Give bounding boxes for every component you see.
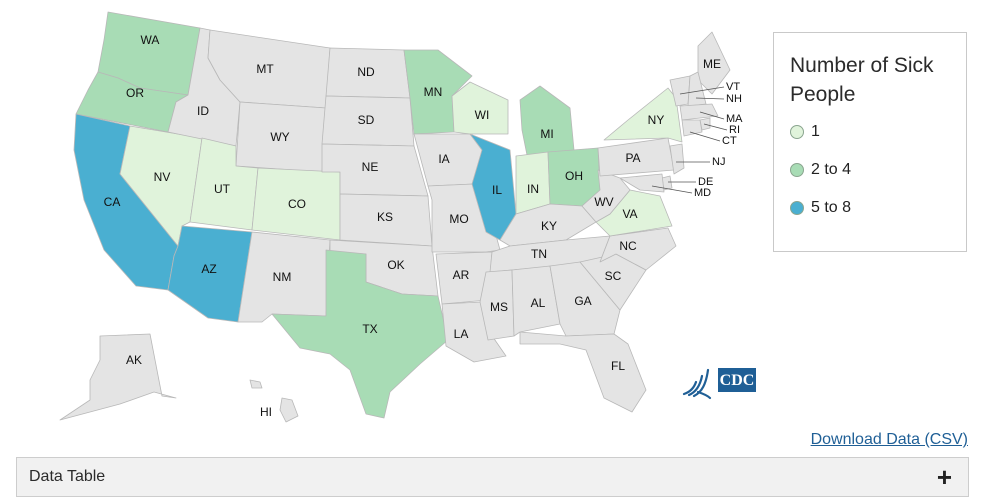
expand-plus-icon[interactable]: + [937,462,952,492]
state-ct[interactable] [681,119,703,137]
legend-swatch-circle [790,163,804,177]
state-mi[interactable] [519,85,575,161]
state-hi[interactable] [249,379,299,423]
legend-item: 5 to 8 [790,199,851,217]
legend: Number of Sick People 1 2 to 4 5 to 8 [773,32,967,252]
legend-label: 5 to 8 [811,199,852,216]
state-pa[interactable] [597,137,675,177]
legend-item: 1 [790,123,820,141]
data-table-label: Data Table [29,468,106,485]
download-data-link[interactable]: Download Data (CSV) [811,431,968,449]
legend-swatch-circle [790,125,804,139]
state-in[interactable] [515,151,551,215]
us-map: WAORCANVIDMTWYUTCOAZNMNDSDNEKSOKTXMNIAMO… [59,11,743,423]
legend-label: 1 [811,123,820,140]
state-label-vt: VT [726,81,740,93]
state-wy[interactable] [235,101,327,173]
state-ny[interactable] [603,87,683,143]
leader-line [689,131,721,142]
data-table-accordion[interactable]: Data Table + [16,457,969,497]
state-label-ct: CT [722,135,737,147]
state-ks[interactable] [339,193,433,247]
state-sd[interactable] [321,95,415,147]
legend-item: 2 to 4 [790,161,851,179]
state-label-nj: NJ [712,156,725,168]
cdc-logo: CDC [680,362,760,400]
state-az[interactable] [167,225,253,323]
cdc-text: CDC [720,372,755,389]
legend-title: Number of Sick People [790,54,934,106]
state-fl[interactable] [519,331,647,413]
state-label-hi: HI [260,405,272,419]
state-label-md: MD [694,187,711,199]
state-co[interactable] [251,167,341,241]
state-nd[interactable] [325,47,411,99]
state-label-nh: NH [726,93,742,105]
legend-swatch-circle [790,201,804,215]
state-nm[interactable] [237,231,331,323]
state-ak[interactable] [59,333,177,421]
state-ma[interactable] [679,103,719,121]
state-ia[interactable] [413,133,483,187]
state-wi[interactable] [451,81,509,135]
legend-label: 2 to 4 [811,161,852,178]
hhs-eagle-icon [682,368,712,400]
